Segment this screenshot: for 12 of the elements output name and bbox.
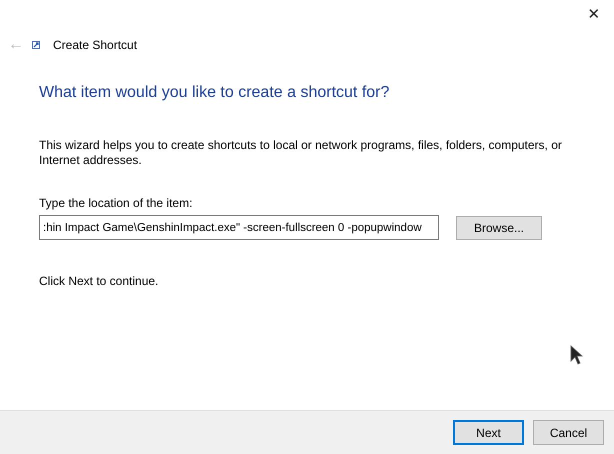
mouse-pointer-icon — [570, 345, 583, 365]
shortcut-icon — [32, 41, 40, 49]
location-field[interactable]: :hin Impact Game\GenshinImpact.exe" -screen-fullscreen 0 -popupwindow — [39, 215, 439, 240]
hint-text: Click Next to continue. — [39, 273, 158, 290]
window-title: Create Shortcut — [53, 37, 138, 54]
next-button[interactable]: Next — [453, 420, 524, 445]
browse-button[interactable]: Browse... — [456, 216, 542, 240]
field-label: Type the location of the item: — [39, 195, 194, 212]
cancel-button[interactable]: Cancel — [533, 420, 604, 445]
wizard-heading: What item would you like to create a shortcut for? — [39, 83, 390, 102]
close-button[interactable]: ✕ — [574, 0, 614, 30]
description-text: This wizard helps you to create shortcuts to local or network programs, files, folders, computers, or Internet addresses. — [39, 138, 563, 168]
